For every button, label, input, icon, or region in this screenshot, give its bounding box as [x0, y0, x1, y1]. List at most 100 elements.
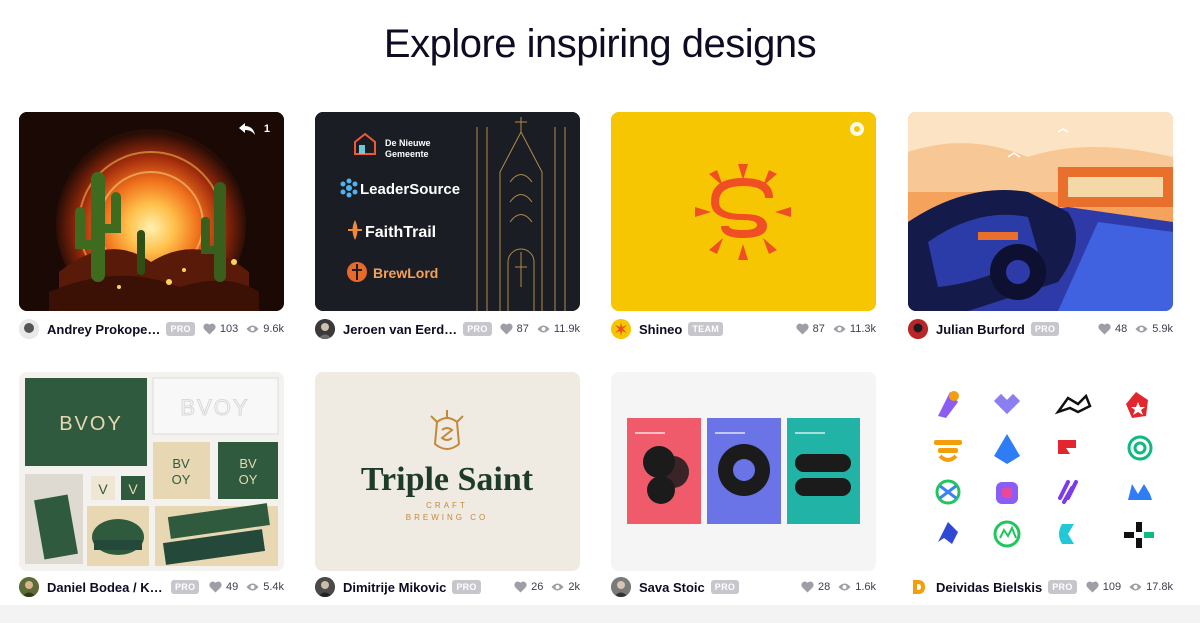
author-name[interactable]: Daniel Bodea / Kre...	[47, 580, 165, 595]
avatar-image	[19, 319, 39, 339]
pro-badge: PRO	[452, 580, 481, 594]
brand-split-top: BV	[172, 456, 190, 471]
brand-mark: V	[98, 481, 108, 497]
views: 11.9k	[537, 323, 580, 335]
likes[interactable]: 87	[500, 323, 529, 335]
eye-icon	[246, 325, 259, 333]
views: 1.6k	[838, 581, 876, 593]
heart-icon	[514, 581, 527, 593]
shot-card-logos[interactable]: De Nieuwe Gemeente LeaderSource FaithTra…	[315, 112, 580, 311]
like-count: 109	[1102, 581, 1122, 593]
views: 17.8k	[1129, 581, 1173, 593]
shot-card-desert[interactable]: 1	[19, 112, 284, 311]
author-name[interactable]: Julian Burford	[936, 322, 1025, 337]
view-count: 17.8k	[1146, 581, 1173, 593]
likes[interactable]: 28	[801, 581, 830, 593]
avatar-image	[611, 577, 631, 597]
author-name[interactable]: Jeroen van Eerden	[343, 322, 457, 337]
shot-card-shineo[interactable]	[611, 112, 876, 311]
heart-icon	[500, 323, 513, 335]
shot-stats: 87 11.3k	[788, 323, 876, 335]
avatar-image	[315, 319, 335, 339]
shot-stats: 109 17.8k	[1078, 581, 1173, 593]
shot-thumbnail	[908, 112, 1173, 311]
likes[interactable]: 49	[209, 581, 238, 593]
shot-stats: 87 11.9k	[492, 323, 580, 335]
brand-wordmark: BVOY	[59, 413, 123, 435]
heart-icon	[801, 581, 814, 593]
brand-split-bottom-dark: OY	[239, 472, 258, 487]
reply-arrow-icon	[238, 123, 255, 135]
author-name[interactable]: Dimitrije Mikovic	[343, 580, 446, 595]
views: 11.3k	[833, 323, 876, 335]
avatar[interactable]	[908, 319, 928, 339]
shot-thumbnail: De Nieuwe Gemeente LeaderSource FaithTra…	[315, 112, 580, 311]
heart-icon	[796, 323, 809, 335]
avatar[interactable]	[611, 577, 631, 597]
likes[interactable]: 103	[203, 323, 238, 335]
page-title: Explore inspiring designs	[383, 22, 817, 66]
shot-meta: Daniel Bodea / Kre... PRO 49 5.4k	[19, 576, 284, 598]
shot-thumbnail	[19, 112, 284, 311]
brand-wordmark: Triple Saint	[361, 461, 534, 498]
shot-card-triple-saint[interactable]: Triple Saint CRAFT BREWING CO	[315, 372, 580, 571]
heart-icon	[1086, 581, 1099, 593]
shot-thumbnail: BVOY BVOY BV OY BV OY V V	[19, 372, 284, 571]
author-name[interactable]: Shineo	[639, 322, 682, 337]
views: 2k	[551, 581, 580, 593]
author-name[interactable]: Deividas Bielskis	[936, 580, 1042, 595]
like-count: 103	[219, 323, 239, 335]
avatar[interactable]	[611, 319, 631, 339]
likes[interactable]: 48	[1098, 323, 1127, 335]
avatar[interactable]	[908, 577, 928, 597]
avatar-image	[19, 577, 39, 597]
avatar[interactable]	[315, 319, 335, 339]
pro-badge: PRO	[171, 580, 200, 594]
team-badge: TEAM	[688, 322, 724, 336]
shot-meta: Deividas Bielskis PRO 109 17.8k	[908, 576, 1173, 598]
shot-meta: Andrey Prokopenk... PRO 103 9.6k	[19, 318, 284, 340]
views: 5.9k	[1135, 323, 1173, 335]
shot-card-racecar[interactable]	[908, 112, 1173, 311]
author-name[interactable]: Andrey Prokopenk...	[47, 322, 160, 337]
share-overlay[interactable]: 1	[238, 122, 270, 136]
shot-meta: Dimitrije Mikovic PRO 26 2k	[315, 576, 580, 598]
avatar[interactable]	[19, 577, 39, 597]
heart-icon	[203, 323, 216, 335]
logo-text-3: FaithTrail	[365, 224, 436, 241]
shot-stats: 28 1.6k	[793, 581, 876, 593]
brand-subline-2: BREWING CO	[406, 513, 488, 522]
view-count: 5.4k	[263, 581, 284, 593]
heart-icon	[1098, 323, 1111, 335]
author-name[interactable]: Sava Stoic	[639, 580, 705, 595]
likes[interactable]: 26	[514, 581, 543, 593]
share-count: 1	[263, 123, 270, 135]
eye-icon	[838, 583, 851, 591]
likes[interactable]: 109	[1086, 581, 1121, 593]
brand-wordmark-outline: BVOY	[180, 395, 249, 420]
like-count: 87	[812, 323, 825, 335]
avatar[interactable]	[315, 577, 335, 597]
logo-text-4: BrewLord	[373, 265, 438, 281]
like-count: 49	[225, 581, 239, 593]
brand-mark-dark: V	[128, 481, 138, 497]
shot-card-logo-grid[interactable]	[908, 372, 1173, 571]
view-count: 2k	[568, 581, 580, 593]
shot-card-posters[interactable]	[611, 372, 876, 571]
shot-thumbnail	[611, 372, 876, 571]
avatar[interactable]	[19, 319, 39, 339]
eye-icon	[246, 583, 259, 591]
avatar-image	[315, 577, 335, 597]
shot-meta: Shineo TEAM 87 11.3k	[611, 318, 876, 340]
brand-split-top-dark: BV	[239, 456, 257, 471]
shot-meta: Julian Burford PRO 48 5.9k	[908, 318, 1173, 340]
views: 9.6k	[246, 323, 284, 335]
like-count: 28	[817, 581, 831, 593]
logo-text-2: LeaderSource	[360, 181, 460, 198]
view-count: 5.9k	[1152, 323, 1173, 335]
shot-meta: Sava Stoic PRO 28 1.6k	[611, 576, 876, 598]
likes[interactable]: 87	[796, 323, 825, 335]
shineo-logo-icon	[611, 319, 631, 339]
shot-card-bvoy[interactable]: BVOY BVOY BV OY BV OY V V	[19, 372, 284, 571]
deividas-logo-icon	[913, 580, 925, 594]
